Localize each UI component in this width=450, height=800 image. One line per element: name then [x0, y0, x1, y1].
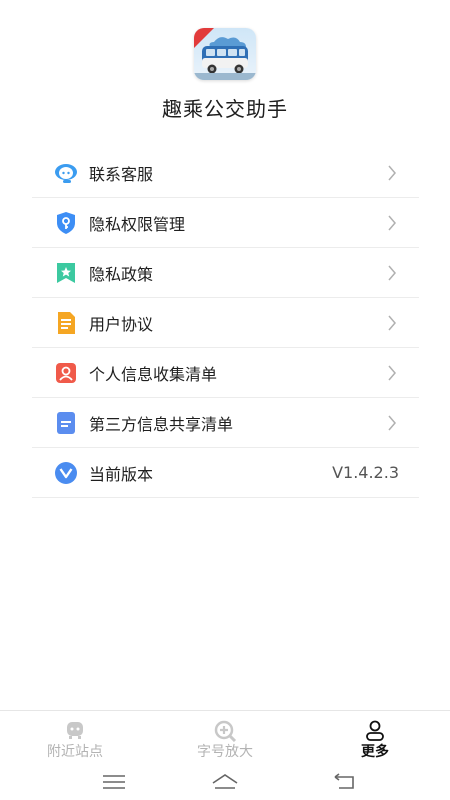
system-nav-bar: [0, 766, 450, 800]
shield-key-icon: [54, 211, 78, 235]
menu-item-privacy-policy[interactable]: 隐私政策: [32, 248, 419, 298]
menu-label: 隐私权限管理: [89, 214, 186, 234]
chevron-right-icon: [387, 315, 397, 331]
tab-font-enlarge[interactable]: 字号放大: [150, 711, 300, 767]
tab-label: 字号放大: [197, 744, 253, 760]
zoom-in-icon: [213, 720, 237, 743]
menu-label: 联系客服: [89, 164, 154, 184]
menu-item-current-version: 当前版本 V1.4.2.3: [32, 448, 419, 498]
chevron-right-icon: [387, 215, 397, 231]
person-icon: [363, 720, 387, 742]
app-title: 趣乘公交助手: [162, 97, 288, 121]
menu-label: 个人信息收集清单: [89, 364, 218, 384]
menu-label: 用户协议: [89, 314, 154, 334]
menu-label: 隐私政策: [89, 264, 154, 284]
menu-item-personal-info-list[interactable]: 个人信息收集清单: [32, 348, 419, 398]
menu-label: 第三方信息共享清单: [89, 414, 234, 434]
menu-icon[interactable]: [100, 771, 128, 793]
version-v-icon: [54, 461, 78, 485]
chevron-right-icon: [387, 365, 397, 381]
home-icon[interactable]: [211, 771, 239, 793]
bottom-tab-bar: 附近站点 字号放大 更多: [0, 710, 450, 766]
customer-service-icon: [54, 161, 78, 185]
version-value: V1.4.2.3: [332, 463, 399, 482]
back-icon[interactable]: [331, 771, 359, 793]
chevron-right-icon: [387, 265, 397, 281]
bookmark-star-icon: [54, 261, 78, 285]
menu-label: 当前版本: [89, 464, 154, 484]
menu-item-third-party-sharing[interactable]: 第三方信息共享清单: [32, 398, 419, 448]
person-card-icon: [54, 361, 78, 385]
file-lines-icon: [54, 411, 78, 435]
chevron-right-icon: [387, 165, 397, 181]
menu-item-privacy-permissions[interactable]: 隐私权限管理: [32, 198, 419, 248]
menu-item-user-agreement[interactable]: 用户协议: [32, 298, 419, 348]
settings-menu: 联系客服 隐私权限管理 隐私政策 用户协议 个人信息收集清单 第三方信息共享清单…: [32, 148, 419, 498]
bus-stop-icon: [63, 720, 87, 742]
tab-nearby-stops[interactable]: 附近站点: [0, 711, 150, 767]
app-logo: 2025: [194, 28, 256, 80]
app-header: 2025 趣乘公交助手: [0, 0, 450, 140]
chevron-right-icon: [387, 415, 397, 431]
tab-more[interactable]: 更多: [300, 711, 450, 767]
menu-item-contact-service[interactable]: 联系客服: [32, 148, 419, 198]
tab-label: 更多: [361, 744, 389, 760]
document-icon: [54, 311, 78, 335]
tab-label: 附近站点: [47, 744, 103, 760]
